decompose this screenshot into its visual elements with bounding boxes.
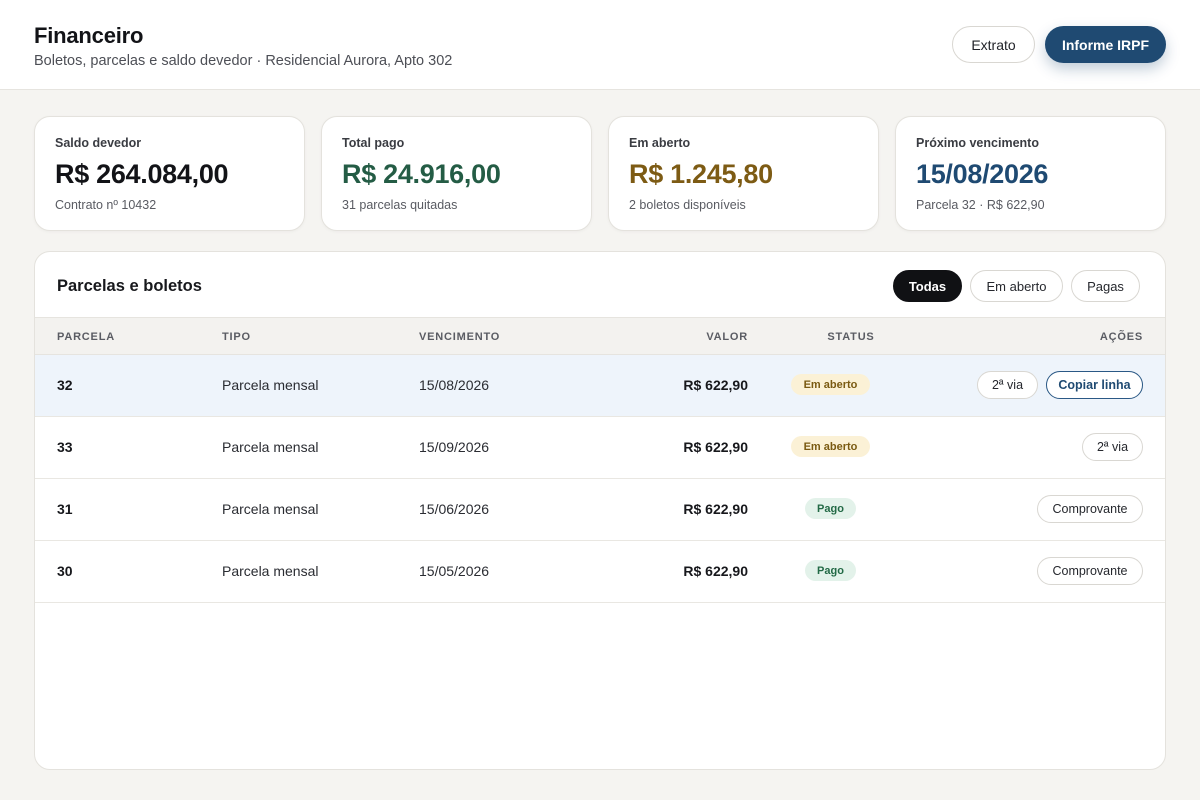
page-subtitle: Boletos, parcelas e saldo devedor · Resi… — [34, 53, 453, 69]
panel-title: Parcelas e boletos — [57, 277, 202, 295]
cell-parcela: 30 — [57, 563, 73, 579]
card-label: Total pago — [342, 136, 405, 150]
status-badge: Pago — [805, 498, 856, 519]
comprovante-button[interactable]: Comprovante — [1037, 557, 1143, 585]
filter-chip-pagas[interactable]: Pagas — [1071, 270, 1140, 302]
card-subtext: Contrato nº 10432 — [55, 198, 157, 212]
extrato-button[interactable]: Extrato — [952, 26, 1035, 63]
cell-parcela: 31 — [57, 501, 73, 517]
cell-tipo: Parcela mensal — [222, 563, 319, 579]
cell-vencimento: 15/09/2026 — [419, 439, 490, 455]
card-subtext: Parcela 32 · R$ 622,90 — [916, 198, 1045, 212]
summary-card-total-pago: Total pago R$ 24.916,00 31 parcelas quit… — [321, 116, 592, 231]
cell-parcela: 33 — [57, 439, 73, 455]
table-row[interactable]: 30 Parcela mensal 15/05/2026 R$ 622,90 P… — [35, 541, 1165, 603]
column-header-tipo: TIPO — [222, 331, 251, 343]
summary-card-em-aberto: Em aberto R$ 1.245,80 2 boletos disponív… — [608, 116, 879, 231]
cell-vencimento: 15/08/2026 — [419, 377, 490, 393]
cell-tipo: Parcela mensal — [222, 377, 319, 393]
card-value: R$ 264.084,00 — [55, 159, 229, 189]
cell-tipo: Parcela mensal — [222, 439, 319, 455]
copiar-linha-button[interactable]: Copiar linha — [1046, 371, 1143, 399]
card-label: Saldo devedor — [55, 136, 142, 150]
status-badge: Pago — [805, 560, 856, 581]
filter-chip-em-aberto[interactable]: Em aberto — [970, 270, 1063, 302]
segunda-via-button[interactable]: 2ª via — [1082, 433, 1143, 461]
card-subtext: 2 boletos disponíveis — [629, 198, 746, 212]
status-badge: Em aberto — [791, 374, 870, 395]
cell-valor: R$ 622,90 — [683, 377, 748, 393]
status-badge: Em aberto — [791, 436, 870, 457]
cell-valor: R$ 622,90 — [683, 563, 748, 579]
summary-card-proximo-vencimento: Próximo vencimento 15/08/2026 Parcela 32… — [895, 116, 1166, 231]
informe-irpf-button[interactable]: Informe IRPF — [1045, 26, 1166, 63]
parcelas-panel: Parcelas e boletos Todas Em aberto Pagas… — [34, 251, 1166, 770]
table-header: PARCELA TIPO VENCIMENTO VALOR STATUS AÇÕ… — [35, 317, 1165, 355]
column-header-status: STATUS — [827, 331, 875, 343]
card-label: Em aberto — [629, 136, 691, 150]
column-header-parcela: PARCELA — [57, 331, 115, 343]
cell-vencimento: 15/05/2026 — [419, 563, 490, 579]
cell-vencimento: 15/06/2026 — [419, 501, 490, 517]
top-bar: Financeiro Boletos, parcelas e saldo dev… — [0, 0, 1200, 90]
cell-parcela: 32 — [57, 377, 73, 393]
segunda-via-button[interactable]: 2ª via — [977, 371, 1038, 399]
cell-tipo: Parcela mensal — [222, 501, 319, 517]
table-row[interactable]: 33 Parcela mensal 15/09/2026 R$ 622,90 E… — [35, 417, 1165, 479]
column-header-vencimento: VENCIMENTO — [419, 331, 501, 343]
table-row[interactable]: 32 Parcela mensal 15/08/2026 R$ 622,90 E… — [35, 355, 1165, 417]
cell-valor: R$ 622,90 — [683, 501, 748, 517]
comprovante-button[interactable]: Comprovante — [1037, 495, 1143, 523]
filter-chip-todas[interactable]: Todas — [893, 270, 962, 302]
summary-card-saldo-devedor: Saldo devedor R$ 264.084,00 Contrato nº … — [34, 116, 305, 231]
table-row[interactable]: 31 Parcela mensal 15/06/2026 R$ 622,90 P… — [35, 479, 1165, 541]
card-value: 15/08/2026 — [916, 159, 1049, 189]
column-header-valor: VALOR — [706, 331, 748, 343]
card-value: R$ 24.916,00 — [342, 159, 501, 189]
column-header-acoes: AÇÕES — [1099, 331, 1143, 343]
page-title: Financeiro — [34, 23, 144, 48]
cell-valor: R$ 622,90 — [683, 439, 748, 455]
card-subtext: 31 parcelas quitadas — [342, 198, 458, 212]
card-value: R$ 1.245,80 — [629, 159, 773, 189]
card-label: Próximo vencimento — [916, 136, 1039, 150]
